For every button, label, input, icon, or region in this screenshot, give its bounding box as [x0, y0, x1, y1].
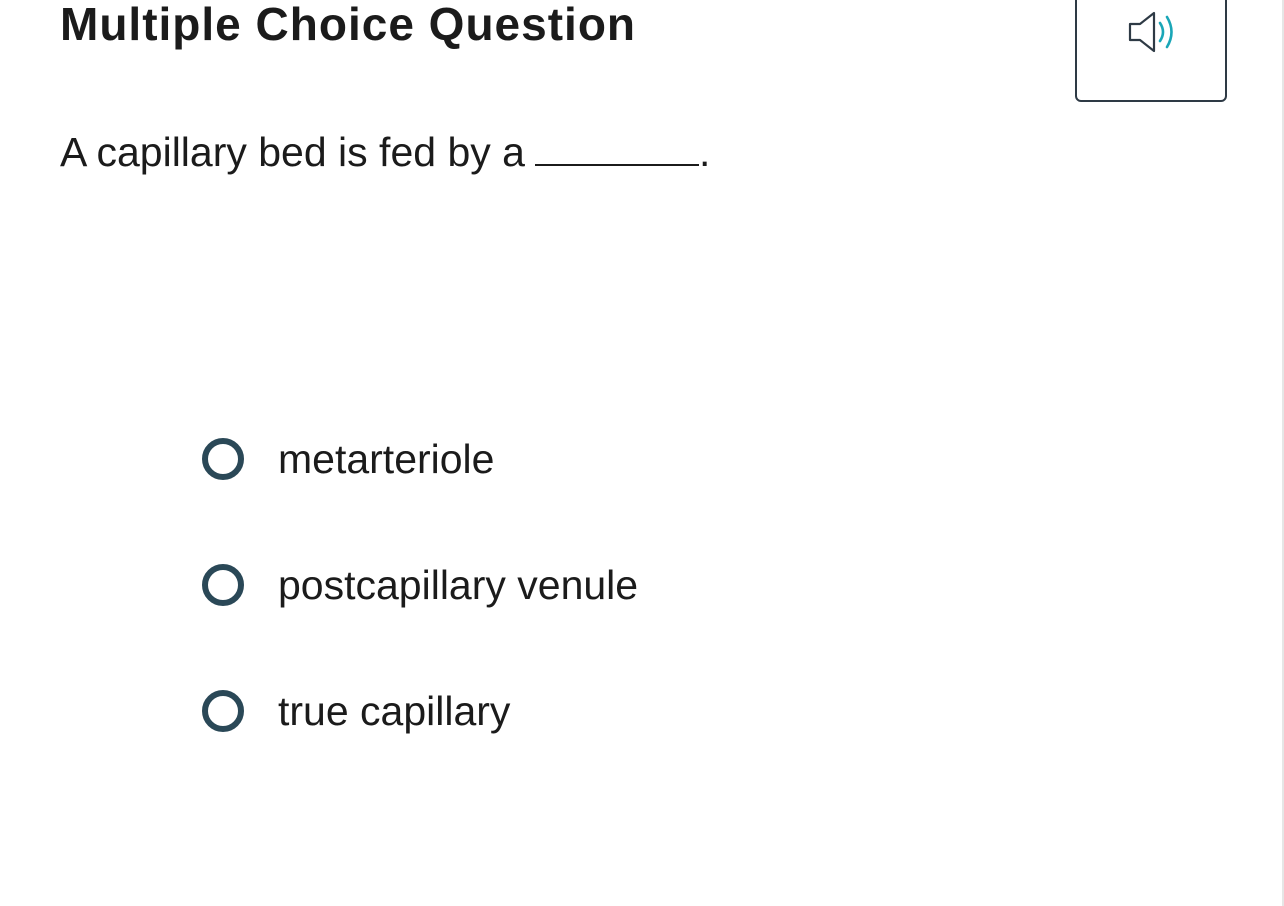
radio-button[interactable] [202, 564, 244, 606]
answer-option-postcapillary-venule[interactable]: postcapillary venule [202, 558, 638, 612]
option-label[interactable]: true capillary [278, 684, 510, 738]
speaker-icon [1128, 11, 1173, 53]
question-prompt: A capillary bed is fed by a. [60, 126, 710, 178]
option-label[interactable]: metarteriole [278, 432, 494, 486]
answer-option-true-capillary[interactable]: true capillary [202, 684, 510, 738]
read-aloud-button[interactable] [1075, 0, 1227, 102]
page-title: Multiple Choice Question [60, 0, 637, 50]
radio-button[interactable] [202, 438, 244, 480]
answer-blank [534, 126, 699, 166]
question-end-punctuation: . [698, 129, 711, 175]
question-text: A capillary bed is fed by a [60, 129, 525, 175]
answer-option-metarteriole[interactable]: metarteriole [202, 432, 494, 486]
radio-button[interactable] [202, 690, 244, 732]
option-label[interactable]: postcapillary venule [278, 558, 638, 612]
